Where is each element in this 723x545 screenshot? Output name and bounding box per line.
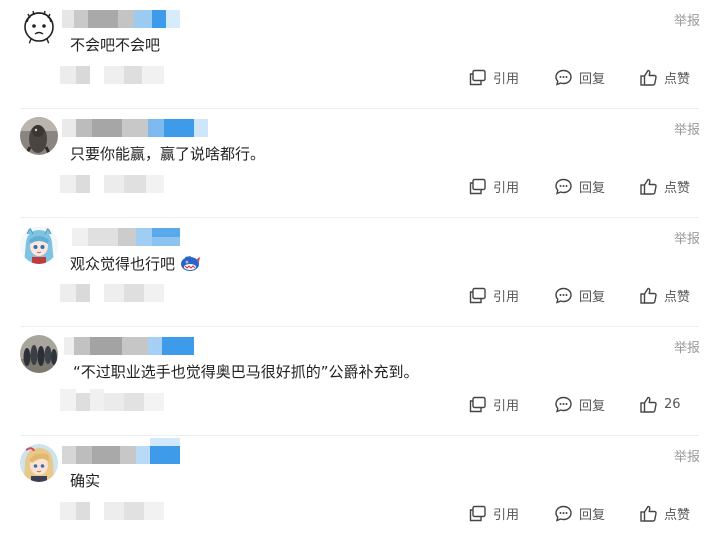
blurred-username — [62, 228, 212, 246]
blurred-meta — [60, 66, 170, 84]
creature-photo-avatar[interactable] — [20, 117, 58, 155]
reply-icon — [554, 395, 573, 414]
quote-icon — [468, 395, 487, 414]
comment-text: “不过职业选手也觉得奥巴马很好抓的”公爵补充到。 — [73, 363, 419, 381]
comment-text-body: 观众觉得也行吧 — [70, 255, 176, 273]
like-count: 26 — [664, 396, 681, 412]
blurred-username — [62, 119, 212, 137]
like-label: 点赞 — [664, 180, 691, 196]
blurred-meta — [60, 502, 170, 520]
comment-item: 观众觉得也行吧 举报 引用 回复 点赞 — [0, 218, 723, 327]
anime-blonde-avatar[interactable] — [20, 444, 58, 482]
reply-label: 回复 — [579, 507, 606, 523]
report-link[interactable]: 举报 — [674, 10, 700, 29]
thumbs-up-icon — [639, 68, 658, 87]
comment-text: 确实 — [70, 472, 101, 490]
quote-icon — [468, 286, 487, 305]
thumbs-up-icon — [639, 504, 658, 523]
comment-text: 只要你能赢，赢了说啥都行。 — [70, 145, 266, 163]
thumbs-up-icon — [639, 395, 658, 414]
comment-item: 确实 举报 引用 回复 点赞 — [0, 436, 723, 545]
reply-label: 回复 — [579, 180, 606, 196]
like-label: 点赞 — [664, 289, 691, 305]
comment-list: 不会吧不会吧 举报 引用 回复 点赞 只要你能赢，赢了说啥都行。 举报 引用 回… — [0, 0, 723, 537]
like-button[interactable]: 点赞 — [639, 176, 690, 196]
quote-label: 引用 — [493, 398, 520, 414]
quote-button[interactable]: 引用 — [468, 394, 519, 414]
thumbs-up-icon — [639, 286, 658, 305]
reply-label: 回复 — [579, 398, 606, 414]
like-button[interactable]: 点赞 — [639, 503, 690, 523]
quote-button[interactable]: 引用 — [468, 176, 519, 196]
reply-button[interactable]: 回复 — [554, 67, 605, 87]
quote-icon — [468, 177, 487, 196]
reply-icon — [554, 504, 573, 523]
quote-label: 引用 — [493, 71, 520, 87]
blurred-meta — [60, 175, 170, 193]
doodle-face-avatar[interactable] — [20, 8, 58, 46]
reply-button[interactable]: 回复 — [554, 285, 605, 305]
comment-item: 只要你能赢，赢了说啥都行。 举报 引用 回复 点赞 — [0, 109, 723, 218]
quote-label: 引用 — [493, 289, 520, 305]
reply-button[interactable]: 回复 — [554, 176, 605, 196]
quote-label: 引用 — [493, 507, 520, 523]
reply-label: 回复 — [579, 71, 606, 87]
thumbs-up-icon — [639, 177, 658, 196]
report-link[interactable]: 举报 — [674, 228, 700, 247]
quote-label: 引用 — [493, 180, 520, 196]
like-button[interactable]: 点赞 — [639, 285, 690, 305]
quote-button[interactable]: 引用 — [468, 503, 519, 523]
comment-item: “不过职业选手也觉得奥巴马很好抓的”公爵补充到。 举报 引用 回复 26 — [0, 327, 723, 436]
blurred-meta — [60, 284, 170, 302]
blurred-username — [62, 10, 212, 28]
like-button[interactable]: 26 — [639, 394, 681, 414]
quote-icon — [468, 68, 487, 87]
reply-button[interactable]: 回复 — [554, 394, 605, 414]
reply-icon — [554, 286, 573, 305]
report-link[interactable]: 举报 — [674, 119, 700, 138]
comment-item: 不会吧不会吧 举报 引用 回复 点赞 — [0, 0, 723, 109]
reply-label: 回复 — [579, 289, 606, 305]
report-link[interactable]: 举报 — [674, 337, 700, 356]
reply-icon — [554, 177, 573, 196]
report-link[interactable]: 举报 — [674, 446, 700, 465]
blurred-meta — [60, 389, 170, 411]
quote-button[interactable]: 引用 — [468, 67, 519, 87]
quote-button[interactable]: 引用 — [468, 285, 519, 305]
bowling-pins-avatar[interactable] — [20, 335, 58, 373]
reply-icon — [554, 68, 573, 87]
blurred-username — [62, 438, 212, 464]
anime-girl-avatar[interactable] — [20, 226, 58, 264]
like-label: 点赞 — [664, 507, 691, 523]
like-label: 点赞 — [664, 71, 691, 87]
like-button[interactable]: 点赞 — [639, 67, 690, 87]
comment-text: 不会吧不会吧 — [70, 36, 161, 54]
quote-icon — [468, 504, 487, 523]
comment-text: 观众觉得也行吧 — [70, 253, 201, 278]
blurred-username — [62, 337, 212, 355]
shark-emoji — [179, 253, 201, 278]
reply-button[interactable]: 回复 — [554, 503, 605, 523]
